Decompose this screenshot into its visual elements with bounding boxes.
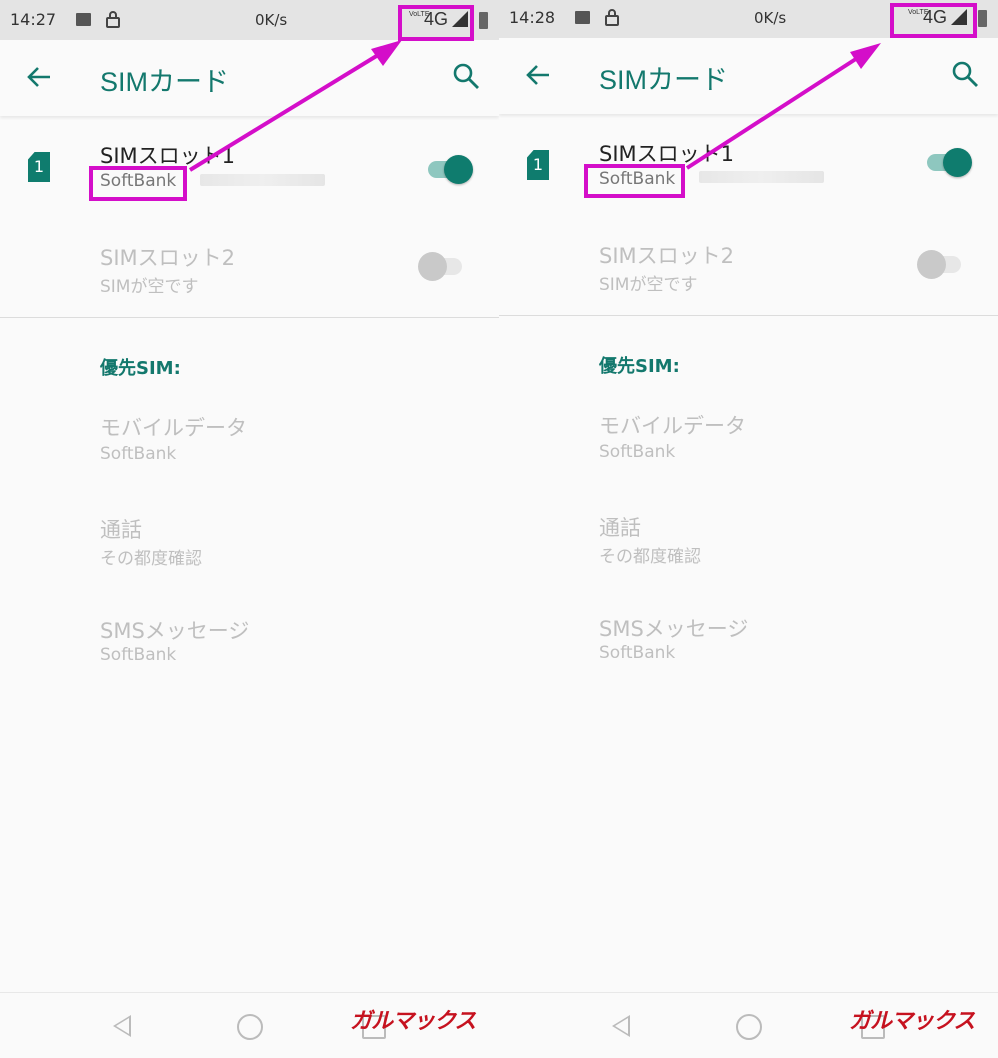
sim-slot-2-title: SIMスロット2 — [599, 244, 735, 268]
phone-number-redacted — [200, 174, 325, 186]
highlight-box-carrier — [584, 164, 685, 198]
sim-card-icon: 1 — [527, 150, 549, 180]
lock-icon — [106, 11, 120, 32]
nav-back-icon[interactable] — [612, 1015, 630, 1037]
pref-title: SMSメッセージ — [599, 617, 749, 641]
network-speed: 0K/s — [754, 9, 787, 27]
highlight-box-carrier — [89, 166, 187, 201]
phone-number-redacted — [699, 171, 824, 183]
preferred-sim-header: 優先SIM: — [599, 356, 680, 377]
back-arrow-icon[interactable] — [523, 60, 553, 90]
image-icon — [575, 11, 590, 24]
status-time: 14:28 — [509, 8, 556, 27]
watermark-logo: ガルマックス — [350, 1009, 476, 1034]
page-title: SIMカード — [100, 67, 230, 97]
navigation-bar: ガルマックス — [0, 992, 499, 1058]
preferred-sim-header: 優先SIM: — [100, 358, 181, 379]
pref-value: SoftBank — [100, 444, 177, 464]
image-icon — [76, 13, 91, 26]
lock-icon — [605, 9, 619, 30]
pref-value: SoftBank — [599, 442, 676, 462]
phone-screen-right: 14:28 0K/s VoLTE 4G SIMカード 1 SIMスロット1 So… — [499, 0, 998, 1058]
sim-card-icon: 1 — [28, 152, 50, 182]
sim-slot-2-subtitle: SIMが空です — [599, 275, 698, 295]
app-bar: SIMカード — [499, 38, 998, 114]
pref-value: その都度確認 — [100, 549, 202, 569]
divider — [0, 317, 499, 318]
network-speed: 0K/s — [255, 11, 288, 29]
divider — [499, 315, 998, 316]
pref-title: 通話 — [599, 516, 641, 540]
app-bar: SIMカード — [0, 40, 499, 116]
watermark-logo: ガルマックス — [849, 1009, 975, 1034]
status-time: 14:27 — [10, 10, 57, 29]
search-icon[interactable] — [951, 60, 979, 88]
battery-icon — [978, 10, 987, 27]
navigation-bar: ガルマックス — [499, 992, 998, 1058]
pref-title: 通話 — [100, 518, 142, 542]
highlight-box-network — [398, 5, 474, 41]
sim-slot-2-subtitle: SIMが空です — [100, 277, 199, 297]
pref-value: SoftBank — [100, 645, 177, 665]
nav-home-icon[interactable] — [736, 1014, 762, 1040]
pref-title: モバイルデータ — [599, 414, 746, 438]
pref-title: モバイルデータ — [100, 416, 247, 440]
phone-screen-left: 14:27 0K/s VoLTE 4G SIMカード 1 SIMスロット1 So… — [0, 0, 499, 1058]
nav-back-icon[interactable] — [113, 1015, 131, 1037]
battery-icon — [479, 12, 488, 29]
pref-value: その都度確認 — [599, 547, 701, 567]
page-title: SIMカード — [599, 65, 729, 95]
nav-home-icon[interactable] — [237, 1014, 263, 1040]
back-arrow-icon[interactable] — [24, 62, 54, 92]
pref-value: SoftBank — [599, 643, 676, 663]
sim-slot-2-title: SIMスロット2 — [100, 246, 236, 270]
search-icon[interactable] — [452, 62, 480, 90]
highlight-box-network — [890, 3, 977, 38]
pref-title: SMSメッセージ — [100, 619, 250, 643]
